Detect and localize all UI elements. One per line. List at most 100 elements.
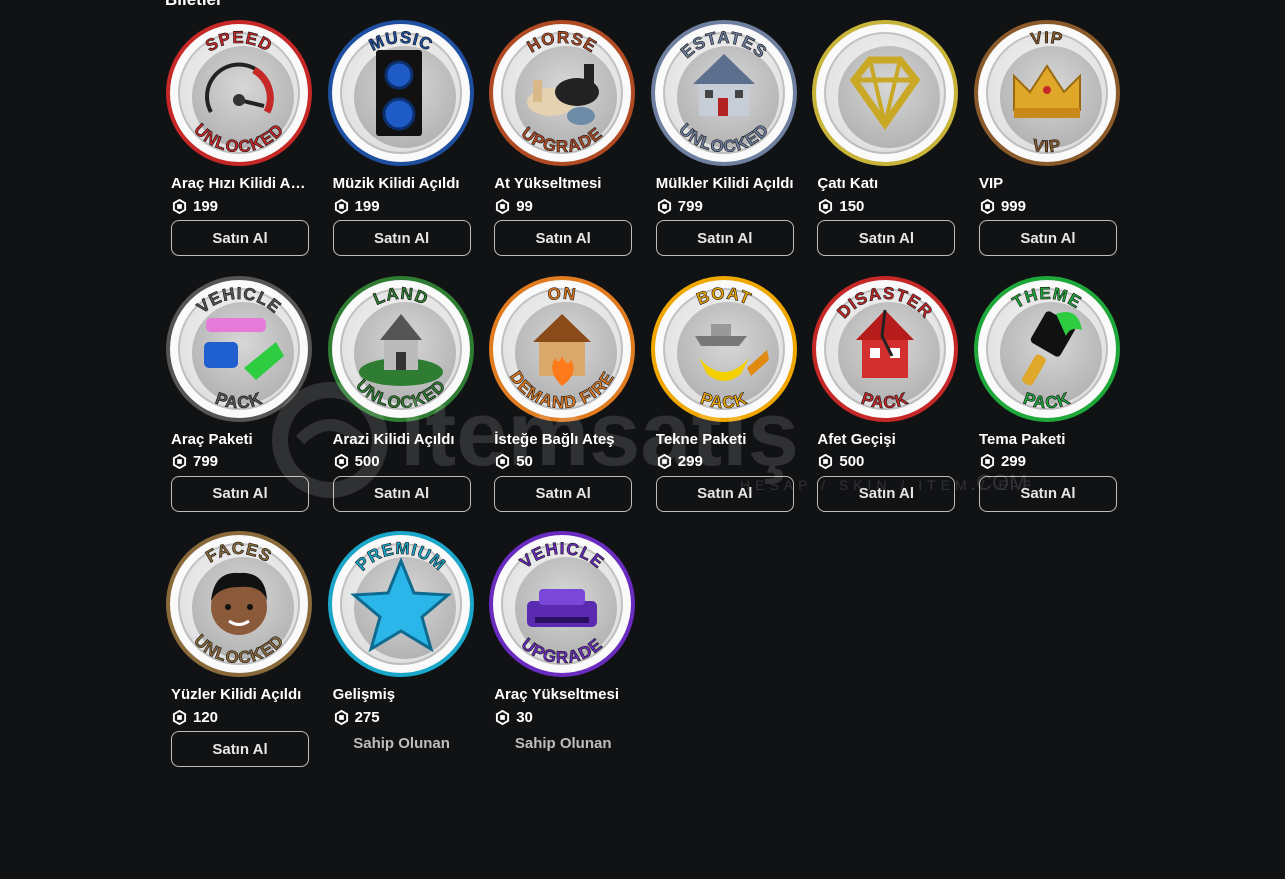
buy-button[interactable]: Satın Al: [332, 220, 471, 256]
pass-name[interactable]: Mülkler Kilidi Açıldı: [656, 174, 796, 194]
pass-price: 500: [334, 452, 474, 472]
pass-name[interactable]: Tekne Paketi: [656, 430, 796, 450]
pass-price: 299: [980, 452, 1120, 472]
land-house-icon: LANDUNLOCKED: [352, 283, 449, 412]
pass-badge-image[interactable]: LAND UNLOCKED: [327, 275, 474, 422]
pass-badge-image[interactable]: ON DEMAND FIRE: [489, 275, 636, 422]
price-value: 199: [193, 197, 219, 215]
price-value: 299: [1000, 453, 1026, 470]
pass-badge-image[interactable]: [812, 20, 959, 166]
pass-badge-image[interactable]: VEHICLE UPGRADE: [489, 531, 636, 677]
buy-button[interactable]: Satın Al: [171, 220, 309, 256]
pass-item: VIP VIP VIP 999 Satın Al: [973, 20, 1120, 276]
boat-icon: BOAT PACK: [693, 283, 769, 412]
pass-name[interactable]: İsteğe Bağlı Ateş: [494, 430, 634, 450]
buy-button[interactable]: Satın Al: [978, 475, 1117, 512]
owned-label: Sahip Olunan: [514, 735, 612, 752]
pass-price: 299: [657, 452, 797, 472]
price-value: 150: [839, 197, 865, 215]
star-icon: PREMIUM: [349, 538, 452, 653]
pass-item: Çatı Katı 150 Satın Al: [812, 20, 959, 276]
pass-badge-image[interactable]: SPEED UNLOCKED: [166, 20, 312, 166]
svg-text:VEHICLE: VEHICLE: [193, 283, 285, 316]
pass-badge-image[interactable]: MUSIC: [327, 20, 474, 166]
pass-name[interactable]: Çatı Katı: [817, 174, 957, 194]
pass-badge-image[interactable]: VIP VIP: [973, 20, 1120, 166]
pass-badge-image[interactable]: DISASTER PACK: [812, 275, 959, 422]
buy-button[interactable]: Satın Al: [171, 475, 309, 512]
speedometer-icon: SPEED UNLOCKED: [190, 28, 288, 157]
pass-name[interactable]: VIP: [979, 174, 1119, 194]
buy-button[interactable]: Satın Al: [817, 475, 956, 512]
pass-name[interactable]: Gelişmiş: [333, 685, 473, 705]
pass-name[interactable]: Tema Paketi: [979, 430, 1119, 450]
horse-icon: HORSE UPGRADE: [518, 28, 606, 157]
pass-name[interactable]: Afet Geçişi: [817, 430, 957, 450]
pass-name[interactable]: Araç Yükseltmesi: [494, 685, 634, 705]
robux-icon: [496, 709, 510, 725]
pass-badge-image[interactable]: VEHICLE PACK: [166, 275, 312, 422]
robux-icon: [819, 454, 833, 469]
pass-badge-image[interactable]: FACES UNLOCKED: [166, 531, 312, 677]
buy-button[interactable]: Satın Al: [494, 220, 633, 256]
price-value: 50: [516, 453, 533, 470]
pass-item: HORSE UPGRADE At Yükseltmesi 99 Satın Al: [489, 20, 636, 276]
house-icon: ESTATESUNLOCKED: [675, 28, 773, 157]
robux-icon: [496, 198, 510, 214]
pass-name[interactable]: Müzik Kilidi Açıldı: [333, 174, 473, 194]
svg-text:PACK: PACK: [859, 388, 911, 412]
price-value: 500: [839, 453, 865, 470]
price-value: 30: [516, 708, 533, 726]
svg-text:UNLOCKED: UNLOCKED: [190, 120, 288, 157]
pass-name[interactable]: Araç Hızı Kilidi Aç...: [171, 174, 311, 194]
buy-button[interactable]: Satın Al: [655, 475, 794, 512]
pass-grid: SPEED UNLOCKED Araç Hızı Kilidi Aç... 199 Sa…: [166, 20, 1120, 787]
pass-badge-image[interactable]: THEME PACK: [973, 275, 1120, 422]
pass-price: 120: [172, 707, 312, 727]
section-title: Biletler: [165, 0, 223, 10]
svg-text:UPGRADE: UPGRADE: [518, 123, 606, 156]
face-icon: FACES UNLOCKED: [190, 539, 288, 668]
price-value: 275: [354, 708, 380, 726]
buy-button[interactable]: Satın Al: [655, 220, 794, 256]
buy-button[interactable]: Satın Al: [817, 220, 956, 256]
price-value: 799: [677, 197, 703, 215]
pass-item: VEHICLE PACK Araç Paketi 799 Satın Al: [166, 275, 312, 532]
pass-item: ESTATES UNLOCKED Mülkler Kilidi Açıldı 799 S…: [650, 20, 797, 276]
robux-icon: [334, 198, 348, 214]
svg-text:UNLOCKED: UNLOCKED: [190, 631, 288, 668]
speaker-icon: MUSIC: [365, 27, 435, 136]
buy-button[interactable]: Satın Al: [978, 220, 1117, 256]
price-value: 999: [1000, 197, 1026, 215]
pass-name[interactable]: Arazi Kilidi Açıldı: [333, 430, 473, 450]
pass-badge-image[interactable]: HORSE UPGRADE: [489, 20, 636, 166]
svg-text:THEME: THEME: [1009, 283, 1085, 311]
pass-badge-image[interactable]: BOAT PACK: [650, 275, 797, 422]
svg-text:UNLOCKED: UNLOCKED: [675, 120, 773, 157]
svg-text:UPGRADE: UPGRADE: [518, 634, 606, 667]
pass-price: 275: [334, 707, 474, 727]
buy-button[interactable]: Satın Al: [332, 475, 471, 512]
pass-name[interactable]: Yüzler Kilidi Açıldı: [171, 685, 311, 705]
pass-badge-image[interactable]: PREMIUM: [327, 531, 474, 677]
pass-badge-image[interactable]: ESTATES UNLOCKED: [650, 20, 797, 166]
pass-price: 999: [980, 196, 1120, 216]
buy-button[interactable]: Satın Al: [171, 731, 309, 767]
pass-name[interactable]: At Yükseltmesi: [494, 174, 634, 194]
price-value: 120: [193, 708, 219, 726]
pass-price: 199: [334, 196, 474, 216]
robux-icon: [334, 454, 348, 469]
pass-price: 799: [657, 196, 797, 216]
robux-icon: [657, 454, 671, 469]
buy-button[interactable]: Satın Al: [494, 475, 633, 512]
robux-icon: [980, 198, 995, 214]
pass-item: PREMIUM Gelişmiş 275 Sahip Olunan: [327, 531, 474, 787]
pass-item: FACES UNLOCKED Yüzler Kilidi Açıldı 120 Satı…: [166, 531, 312, 787]
price-value: 299: [677, 453, 703, 470]
pass-item: MUSIC Müzik Kilidi Açıldı 199 Satın Al: [327, 20, 474, 276]
fire-house-icon: ONDEMAND FIRE: [506, 283, 618, 412]
svg-text:VEHICLE: VEHICLE: [516, 539, 608, 572]
svg-text:PACK: PACK: [1021, 388, 1073, 412]
pass-name[interactable]: Araç Paketi: [171, 430, 311, 450]
paintbrush-icon: THEME PACK: [1009, 283, 1085, 412]
